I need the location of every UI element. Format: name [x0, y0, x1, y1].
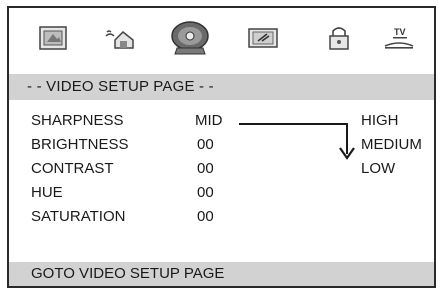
option-high[interactable]: HIGH	[361, 112, 399, 129]
setting-label: SATURATION	[31, 208, 126, 225]
setting-value[interactable]: 00	[197, 160, 214, 177]
option-low[interactable]: LOW	[361, 160, 395, 177]
video-disc-icon[interactable]	[169, 18, 211, 58]
sharpness-options-list: HIGH MEDIUM LOW	[361, 112, 434, 182]
password-lock-icon[interactable]	[321, 22, 357, 54]
setting-row-saturation[interactable]: SATURATION 00	[9, 208, 434, 230]
setting-row-hue[interactable]: HUE 00	[9, 184, 434, 206]
setting-value[interactable]: 00	[197, 136, 214, 153]
selection-arrow-icon	[239, 123, 355, 160]
option-medium[interactable]: MEDIUM	[361, 136, 422, 153]
setting-label: CONTRAST	[31, 160, 114, 177]
setting-label: BRIGHTNESS	[31, 136, 129, 153]
svg-text:TV: TV	[394, 27, 406, 37]
page-title: - - VIDEO SETUP PAGE - -	[27, 78, 214, 95]
general-setup-icon[interactable]	[35, 22, 71, 54]
tv-display-icon[interactable]: TV	[381, 22, 417, 54]
page-title-bar: - - VIDEO SETUP PAGE - -	[9, 74, 434, 100]
setting-value[interactable]: MID	[195, 112, 223, 129]
setting-label: SHARPNESS	[31, 112, 124, 129]
setting-value[interactable]: 00	[197, 184, 214, 201]
setup-category-bar: TV	[9, 8, 434, 70]
setup-menu-screen: TV - - VIDEO SETUP PAGE - - SHARPNESS MI…	[7, 6, 436, 288]
setting-label: HUE	[31, 184, 63, 201]
preference-icon[interactable]	[245, 22, 281, 54]
status-text: GOTO VIDEO SETUP PAGE	[31, 265, 225, 282]
status-bar: GOTO VIDEO SETUP PAGE	[9, 262, 434, 286]
setting-value[interactable]: 00	[197, 208, 214, 225]
audio-speaker-icon[interactable]	[103, 22, 139, 54]
